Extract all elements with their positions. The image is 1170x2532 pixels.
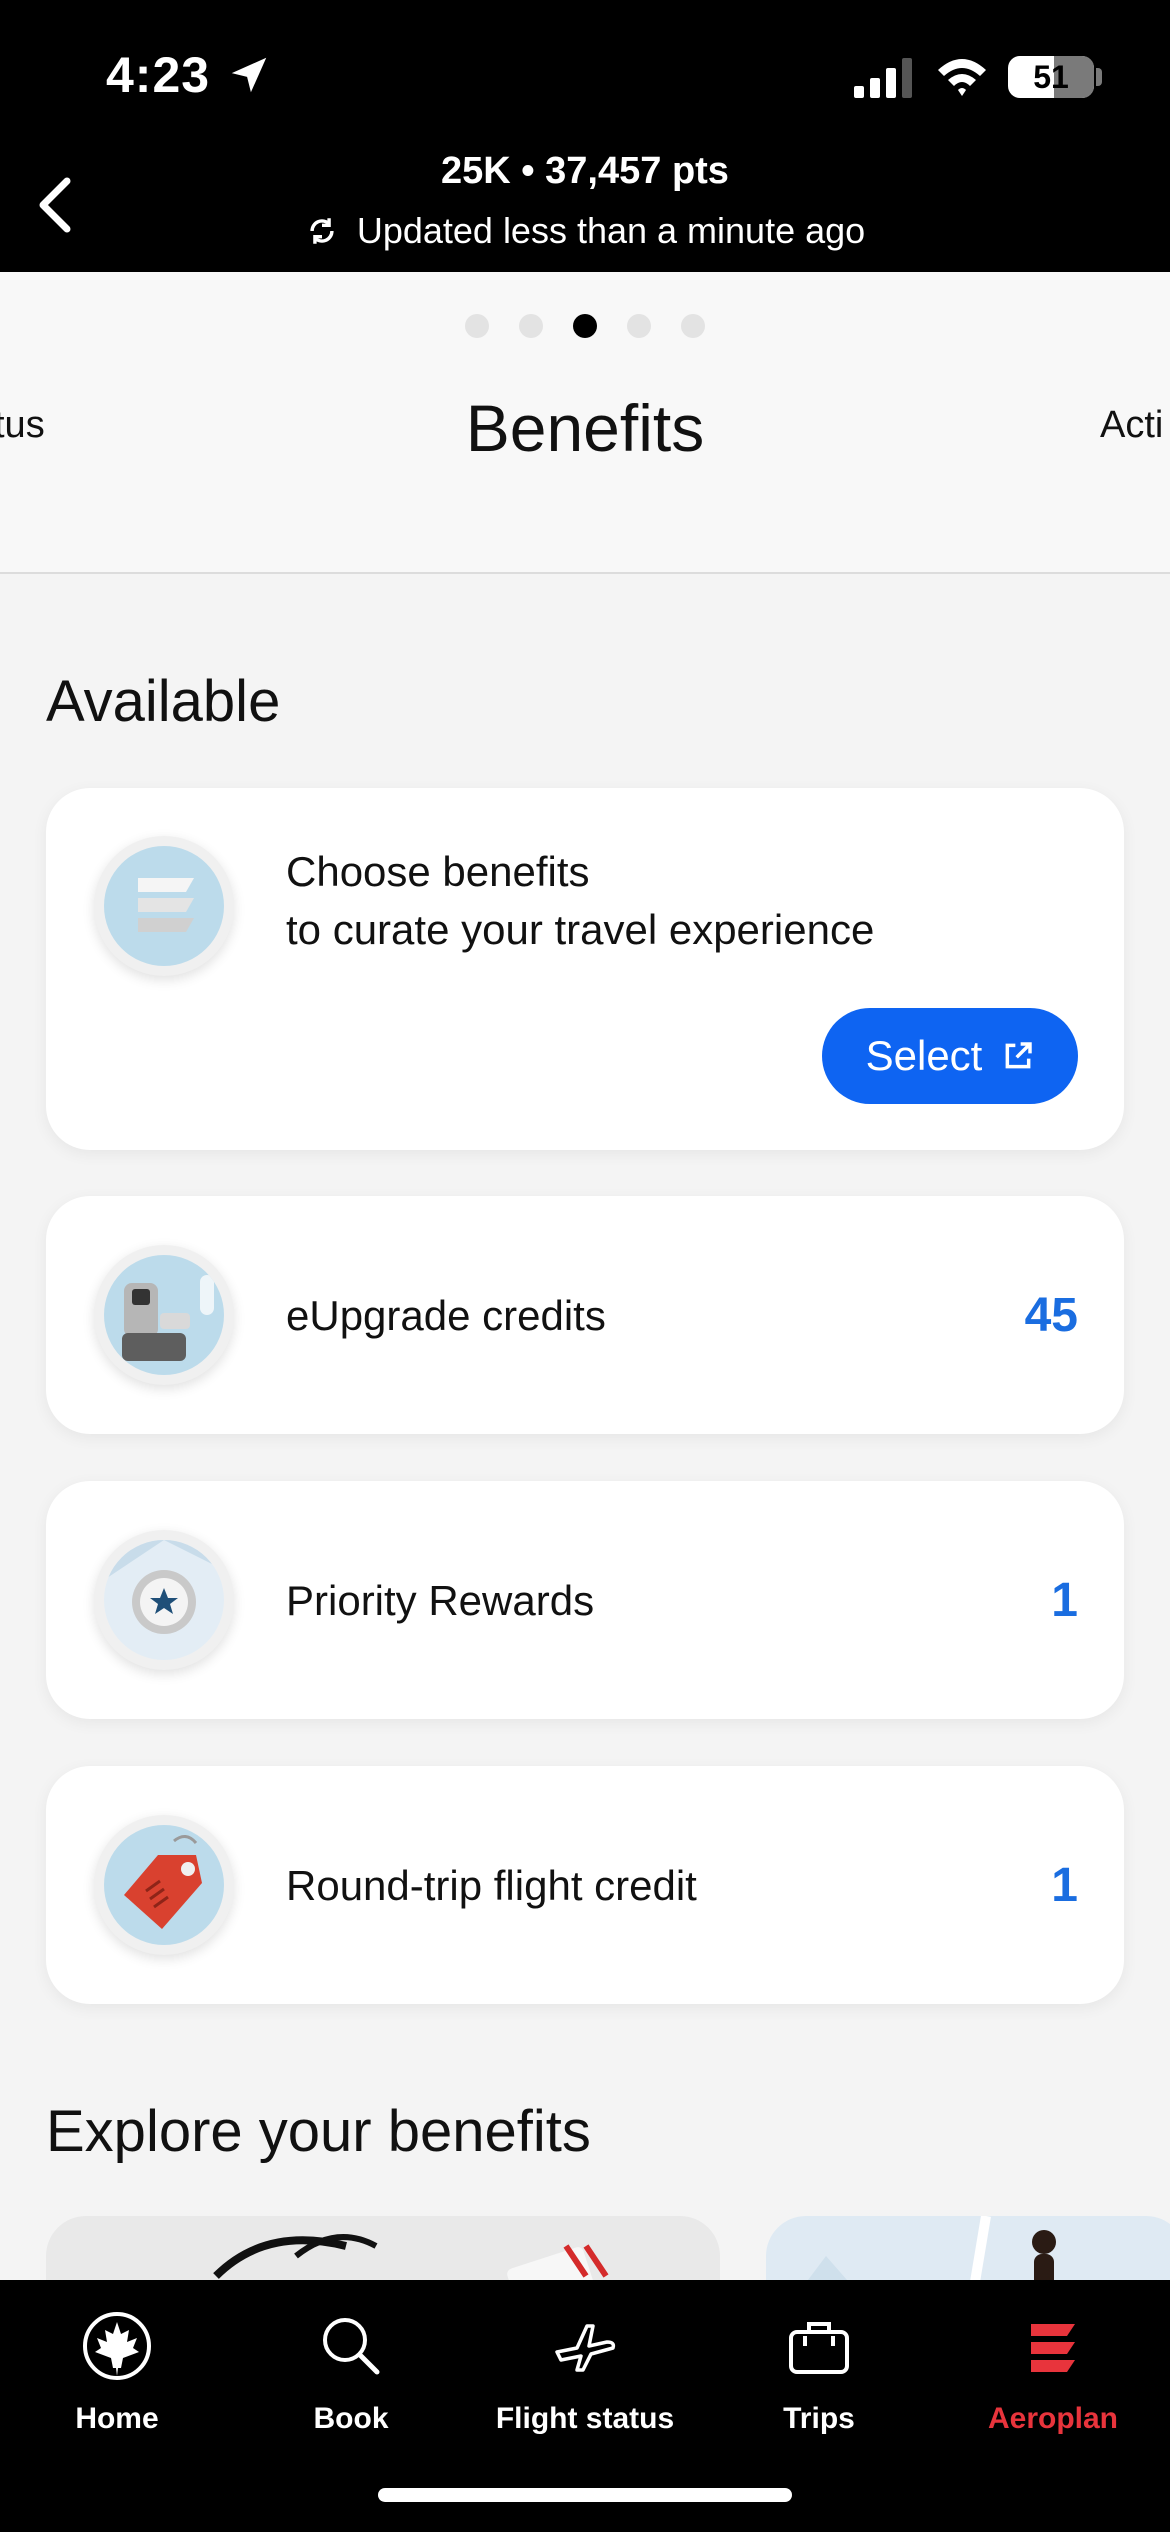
update-status: Updated less than a minute ago	[0, 210, 1170, 252]
page-dot[interactable]	[681, 314, 705, 338]
location-arrow-icon	[231, 57, 267, 93]
battery-tip	[1096, 68, 1102, 86]
tab-label: Home	[75, 2402, 159, 2435]
select-button-label: Select	[865, 1032, 983, 1079]
carousel-next-page[interactable]: Acti	[1100, 404, 1163, 447]
page-dot[interactable]	[519, 314, 543, 338]
round-trip-credit-card[interactable]: Round-trip flight credit 1	[46, 1766, 1124, 2004]
page-dot-active[interactable]	[573, 314, 597, 338]
update-status-text: Updated less than a minute ago	[356, 210, 866, 251]
explore-heading: Explore your benefits	[46, 2099, 591, 2164]
tab-trips[interactable]: Trips	[702, 2280, 936, 2460]
select-button[interactable]: Select	[822, 1008, 1078, 1104]
page-indicator[interactable]	[0, 314, 1170, 338]
suitcase-icon	[789, 2322, 849, 2374]
status-time: 4:23	[106, 47, 211, 103]
eupgrade-credits-card[interactable]: eUpgrade credits 45	[46, 1196, 1124, 1434]
tab-home[interactable]: Home	[0, 2280, 234, 2460]
seat-icon	[94, 1245, 234, 1385]
page-dot[interactable]	[627, 314, 651, 338]
aeroplan-icon	[1031, 2324, 1075, 2372]
benefit-label: Priority Rewards	[286, 1577, 595, 1624]
available-heading: Available	[46, 669, 281, 734]
wifi-icon	[938, 59, 986, 96]
refresh-icon	[310, 218, 334, 244]
tab-flight-status[interactable]: Flight status	[468, 2280, 702, 2460]
benefits-stack-icon	[94, 836, 234, 976]
choose-benefits-title: Choose benefits	[286, 848, 590, 895]
tab-aeroplan[interactable]: Aeroplan	[936, 2280, 1170, 2460]
plane-icon	[555, 2324, 616, 2372]
tab-label: Book	[313, 2402, 389, 2435]
page-title: Benefits	[465, 391, 705, 465]
page-dot[interactable]	[465, 314, 489, 338]
cellular-signal-icon	[854, 58, 912, 98]
choose-benefits-card: Choose benefits to curate your travel ex…	[46, 788, 1124, 1150]
home-indicator[interactable]	[378, 2488, 792, 2502]
tab-label: Aeroplan	[987, 2402, 1119, 2435]
maple-leaf-icon	[83, 2312, 151, 2380]
star-medal-icon	[94, 1530, 234, 1670]
priority-rewards-card[interactable]: Priority Rewards 1	[46, 1481, 1124, 1719]
external-link-icon	[1005, 1042, 1033, 1069]
benefit-count: 1	[1051, 1859, 1078, 1912]
tab-label: Flight status	[495, 2402, 675, 2435]
benefit-count: 45	[1024, 1289, 1078, 1342]
tab-label: Trips	[783, 2402, 855, 2435]
search-icon	[323, 2318, 380, 2375]
benefits-carousel[interactable]: tus Benefits Acti	[0, 272, 1170, 574]
tier-points-summary: 25K • 37,457 pts	[441, 150, 729, 192]
benefit-label: Round-trip flight credit	[286, 1862, 697, 1909]
header: 4:23 51 25K • 37,457 pts Updated less th…	[0, 0, 1170, 272]
battery-indicator: 51	[1008, 56, 1094, 98]
tag-icon	[94, 1815, 234, 1955]
battery-level: 51	[1033, 59, 1069, 95]
benefit-count: 1	[1051, 1574, 1078, 1627]
tab-book[interactable]: Book	[234, 2280, 468, 2460]
benefit-label: eUpgrade credits	[286, 1292, 606, 1339]
choose-benefits-subtitle: to curate your travel experience	[286, 906, 875, 953]
